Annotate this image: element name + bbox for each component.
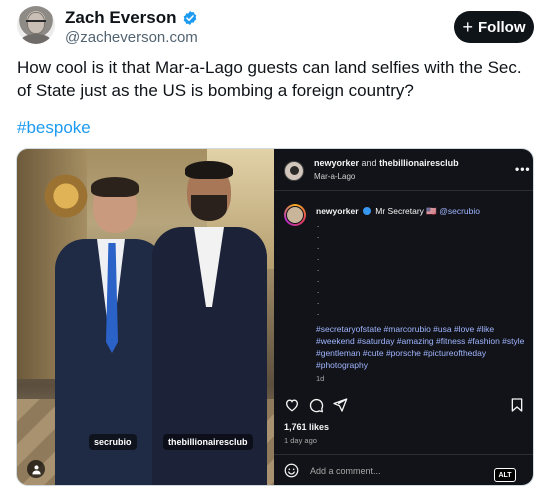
ig-header-avatar[interactable] (284, 161, 304, 181)
hashtag-link[interactable]: #bespoke (17, 118, 91, 138)
ig-likes-count[interactable]: 1,761 likes (284, 422, 329, 432)
ig-caption-age: 1d (316, 374, 325, 383)
alt-text-badge[interactable]: ALT (494, 468, 516, 482)
ig-action-bar (284, 397, 525, 413)
plus-icon: + (462, 16, 473, 37)
instagram-post-panel: newyorker and thebillionairesclub Mar-a-… (274, 149, 533, 485)
author-handle[interactable]: @zacheverson.com (65, 29, 198, 46)
follow-button-label: Follow (478, 18, 526, 36)
share-icon[interactable] (332, 397, 348, 413)
user-tag-icon[interactable] (27, 460, 45, 478)
comment-icon[interactable] (308, 397, 324, 413)
more-icon[interactable]: ••• (515, 163, 531, 175)
ig-location[interactable]: Mar-a-Lago (314, 172, 355, 181)
ig-header: newyorker and thebillionairesclub Mar-a-… (274, 149, 533, 189)
ig-header-names: newyorker and thebillionairesclub (314, 158, 459, 168)
ig-header-and: and (361, 158, 377, 168)
photo-tag-billionairesclub[interactable]: thebillionairesclub (163, 434, 253, 450)
tweet: Zach Everson @zacheverson.com + Follow H… (0, 0, 548, 500)
photo-tag-secrubio[interactable]: secrubio (89, 434, 137, 450)
ig-caption-author[interactable]: newyorker (316, 206, 359, 216)
ig-caption-avatar[interactable] (284, 204, 306, 226)
verified-badge-icon (183, 11, 196, 25)
post-media[interactable]: secrubio thebillionairesclub newyorker a… (16, 148, 534, 486)
ig-hashtags[interactable]: #secretaryofstate #marcorubio #usa #love… (316, 323, 528, 371)
ig-post-date: 1 day ago (284, 436, 317, 445)
ig-comment-input[interactable] (310, 463, 500, 479)
ig-caption-dots: . . . . . . . . . (317, 220, 320, 317)
author-display-name[interactable]: Zach Everson (65, 8, 177, 28)
ig-divider (274, 190, 533, 191)
ig-header-user1[interactable]: newyorker (314, 158, 359, 168)
ig-caption: newyorker Mr Secretary 🇺🇸 @secrubio (316, 206, 526, 217)
bookmark-icon[interactable] (509, 397, 525, 413)
ig-verified-icon (362, 207, 371, 215)
post-text: How cool is it that Mar-a-Lago guests ca… (17, 58, 522, 100)
selfie-photo[interactable]: secrubio thebillionairesclub (17, 149, 274, 485)
ig-caption-text: Mr Secretary 🇺🇸 (375, 206, 437, 216)
author-name-row: Zach Everson (65, 8, 198, 28)
ig-header-user2[interactable]: thebillionairesclub (379, 158, 459, 168)
follow-button[interactable]: + Follow (454, 11, 534, 43)
ig-caption-mention[interactable]: @secrubio (439, 206, 480, 216)
author-avatar[interactable] (17, 6, 55, 44)
heart-icon[interactable] (284, 397, 300, 413)
ig-divider-bottom (274, 454, 533, 455)
emoji-icon[interactable] (284, 463, 299, 478)
